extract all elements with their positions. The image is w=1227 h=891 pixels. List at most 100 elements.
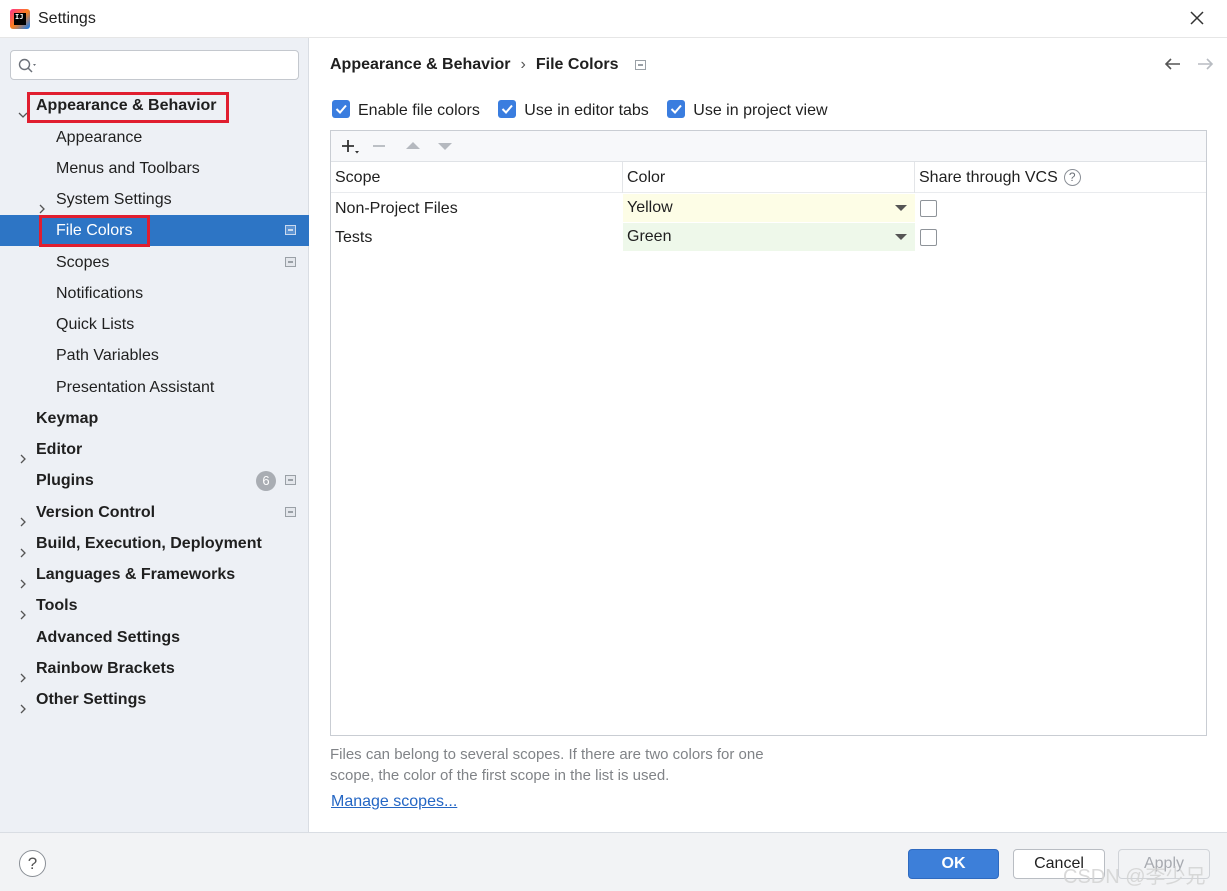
search-input[interactable] bbox=[45, 55, 290, 75]
project-settings-icon bbox=[634, 59, 646, 70]
tree-item-editor[interactable]: Editor bbox=[0, 434, 309, 465]
table-header: Scope Color Share through VCS? bbox=[331, 162, 1206, 193]
chevron-right-icon[interactable] bbox=[37, 194, 47, 214]
search-field[interactable] bbox=[10, 50, 299, 80]
close-icon[interactable] bbox=[1187, 8, 1207, 28]
tree-item-label: Keymap bbox=[36, 410, 99, 427]
tree-item-label: Build, Execution, Deployment bbox=[36, 535, 262, 552]
project-settings-icon bbox=[285, 257, 296, 267]
ok-button[interactable]: OK bbox=[908, 849, 999, 879]
tree-item-label: Rainbow Brackets bbox=[36, 660, 175, 677]
tree-item-label: Other Settings bbox=[36, 691, 147, 708]
share-vcs-checkbox[interactable] bbox=[920, 200, 937, 217]
settings-content: Appearance & Behavior › File Colors Enable… bbox=[310, 38, 1227, 832]
chevron-right-icon[interactable] bbox=[18, 538, 28, 558]
tree-item-languages-frameworks[interactable]: Languages & Frameworks bbox=[0, 559, 309, 590]
scope-help-note: Files can belong to several scopes. If t… bbox=[330, 744, 830, 786]
table-row[interactable]: Non-Project Files Yellow bbox=[331, 194, 1206, 223]
color-dropdown[interactable]: Green bbox=[623, 223, 915, 251]
chevron-right-icon[interactable] bbox=[18, 694, 28, 714]
tree-item-menus-toolbars[interactable]: Menus and Toolbars bbox=[0, 153, 309, 184]
checkbox-label: Enable file colors bbox=[358, 102, 480, 119]
tree-item-label: Presentation Assistant bbox=[56, 379, 215, 396]
search-icon bbox=[18, 58, 36, 73]
tree-item-quick-lists[interactable]: Quick Lists bbox=[0, 309, 309, 340]
tree-item-version-control[interactable]: Version Control bbox=[0, 497, 309, 528]
column-header-label: Share through VCS bbox=[919, 169, 1058, 186]
color-value: Yellow bbox=[627, 199, 673, 216]
file-colors-table-panel: Scope Color Share through VCS? Non-Proje… bbox=[330, 130, 1207, 736]
tree-item-label: Menus and Toolbars bbox=[56, 160, 200, 177]
tree-item-other-settings[interactable]: Other Settings bbox=[0, 684, 309, 715]
window-title: Settings bbox=[38, 10, 96, 27]
table-row[interactable]: Tests Green bbox=[331, 223, 1206, 252]
checkbox-checked-icon[interactable] bbox=[332, 100, 350, 118]
tree-item-presentation-assistant[interactable]: Presentation Assistant bbox=[0, 372, 309, 403]
highlight-box bbox=[39, 215, 150, 247]
tree-item-label: Version Control bbox=[36, 504, 156, 521]
tree-item-scopes[interactable]: Scopes bbox=[0, 247, 309, 278]
use-in-project-view-checkbox[interactable]: Use in project view bbox=[667, 100, 828, 120]
add-icon[interactable] bbox=[338, 136, 360, 156]
color-value: Green bbox=[627, 228, 672, 245]
tree-item-keymap[interactable]: Keymap bbox=[0, 403, 309, 434]
column-header-scope[interactable]: Scope bbox=[331, 162, 623, 193]
tree-item-label: Tools bbox=[36, 597, 78, 614]
column-header-share-vcs[interactable]: Share through VCS? bbox=[915, 162, 1206, 193]
settings-sidebar: Appearance & Behavior Appearance Menus a… bbox=[0, 38, 309, 832]
tree-item-plugins[interactable]: Plugins 6 bbox=[0, 465, 309, 496]
checkbox-checked-icon[interactable] bbox=[667, 100, 686, 118]
scope-cell: Tests bbox=[335, 229, 373, 246]
project-settings-icon bbox=[285, 507, 296, 517]
column-header-color[interactable]: Color bbox=[623, 162, 915, 193]
enable-file-colors-checkbox[interactable]: Enable file colors bbox=[332, 100, 480, 120]
tree-item-label: Notifications bbox=[56, 285, 144, 302]
tree-item-label: Appearance bbox=[56, 129, 143, 146]
cancel-button[interactable]: Cancel bbox=[1013, 849, 1105, 879]
remove-icon[interactable] bbox=[369, 136, 391, 156]
tree-item-label: Editor bbox=[36, 441, 83, 458]
use-in-editor-tabs-checkbox[interactable]: Use in editor tabs bbox=[498, 100, 649, 120]
note-line: Files can belong to several scopes. If t… bbox=[330, 746, 764, 763]
share-vcs-checkbox[interactable] bbox=[920, 229, 937, 246]
move-up-icon[interactable] bbox=[402, 136, 424, 156]
manage-scopes-link[interactable]: Manage scopes... bbox=[331, 793, 457, 811]
tree-item-label: Plugins bbox=[36, 472, 94, 489]
chevron-right-icon[interactable] bbox=[18, 663, 28, 683]
apply-button[interactable]: Apply bbox=[1118, 849, 1210, 879]
tree-item-label: Quick Lists bbox=[56, 316, 135, 333]
help-icon[interactable]: ? bbox=[1063, 169, 1081, 186]
updates-badge: 6 bbox=[256, 471, 276, 491]
move-down-icon[interactable] bbox=[434, 136, 456, 156]
chevron-right-icon[interactable] bbox=[18, 507, 28, 527]
breadcrumb-parent[interactable]: Appearance & Behavior bbox=[330, 56, 511, 73]
back-arrow-icon[interactable] bbox=[1163, 54, 1183, 74]
table-toolbar bbox=[331, 131, 1206, 162]
tree-item-appearance[interactable]: Appearance bbox=[0, 122, 309, 153]
breadcrumb: Appearance & Behavior › File Colors bbox=[330, 56, 646, 74]
dialog-footer: ? OK Cancel Apply CSDN @李少兄 bbox=[0, 832, 1227, 891]
tree-item-label: Languages & Frameworks bbox=[36, 566, 236, 583]
tree-item-path-variables[interactable]: Path Variables bbox=[0, 340, 309, 371]
tree-item-advanced-settings[interactable]: Advanced Settings bbox=[0, 622, 309, 653]
dropdown-arrow-icon[interactable] bbox=[895, 234, 907, 240]
project-settings-icon bbox=[285, 475, 296, 485]
tree-item-rainbow-brackets[interactable]: Rainbow Brackets bbox=[0, 653, 309, 684]
tree-item-system-settings[interactable]: System Settings bbox=[0, 184, 309, 215]
tree-item-notifications[interactable]: Notifications bbox=[0, 278, 309, 309]
forward-arrow-icon[interactable] bbox=[1195, 54, 1215, 74]
scope-cell: Non-Project Files bbox=[335, 200, 458, 217]
color-dropdown[interactable]: Yellow bbox=[623, 194, 915, 222]
file-color-options: Enable file colors Use in editor tabs Us… bbox=[332, 100, 842, 120]
chevron-right-icon[interactable] bbox=[18, 600, 28, 620]
dropdown-arrow-icon[interactable] bbox=[895, 205, 907, 211]
note-line: scope, the color of the first scope in t… bbox=[330, 767, 670, 784]
checkbox-checked-icon[interactable] bbox=[498, 100, 517, 118]
tree-item-label: Scopes bbox=[56, 254, 110, 271]
chevron-right-icon[interactable] bbox=[18, 569, 28, 589]
chevron-right-icon[interactable] bbox=[18, 444, 28, 464]
tree-item-tools[interactable]: Tools bbox=[0, 590, 309, 621]
help-button[interactable]: ? bbox=[19, 850, 46, 877]
tree-item-label: Advanced Settings bbox=[36, 629, 181, 646]
tree-item-build-execution-deployment[interactable]: Build, Execution, Deployment bbox=[0, 528, 309, 559]
